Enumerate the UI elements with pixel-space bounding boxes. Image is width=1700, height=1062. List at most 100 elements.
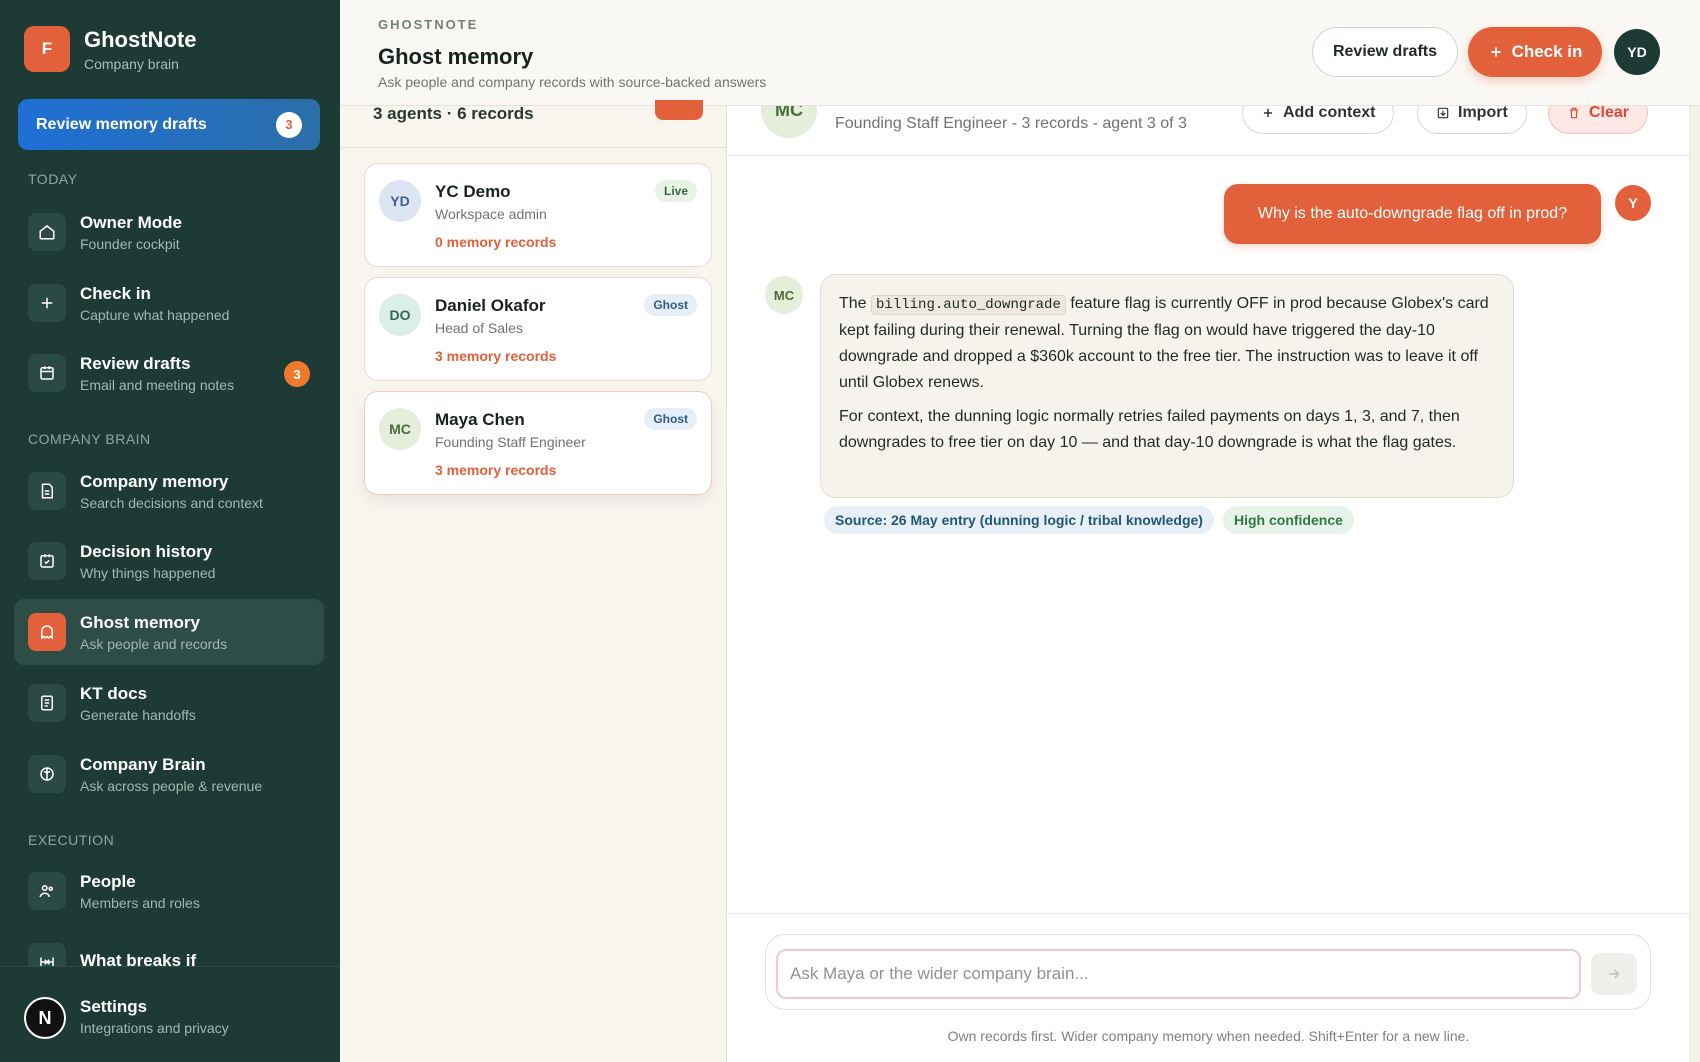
- sidebar-footer-settings[interactable]: N Settings Integrations and privacy: [0, 966, 340, 1062]
- agent-records: 0 memory records: [435, 234, 557, 250]
- nav-title: Ghost memory: [80, 612, 200, 632]
- agent-message-paragraph: For context, the dunning logic normally …: [839, 408, 1460, 451]
- page-edge: [1690, 106, 1700, 1062]
- section-label-execution: EXECUTION: [28, 832, 115, 848]
- agent-role: Workspace admin: [435, 206, 547, 222]
- check-in-label: Check in: [1511, 42, 1583, 61]
- nav-sub: Ask people and records: [80, 635, 228, 652]
- agent-message: The billing.auto_downgrade feature flag …: [820, 274, 1514, 498]
- source-badge[interactable]: Source: 26 May entry (dunning logic / tr…: [824, 506, 1214, 534]
- composer-hint: Own records first. Wider company memory …: [947, 1028, 1470, 1044]
- user-message: Why is the auto-downgrade flag off in pr…: [1224, 184, 1601, 244]
- confidence-badge: High confidence: [1223, 506, 1354, 534]
- plus-icon: [1488, 44, 1504, 60]
- sidebar-item-check-in[interactable]: Check in Capture what happened: [14, 270, 324, 336]
- agent-avatar: YD: [379, 180, 421, 222]
- nav-title: Check in: [80, 283, 151, 303]
- import-label: Import: [1458, 106, 1508, 121]
- nav-sub: Ask across people & revenue: [80, 777, 263, 794]
- import-button[interactable]: Import: [1417, 106, 1527, 134]
- message-agent-avatar: MC: [765, 276, 803, 314]
- ghost-icon: [28, 613, 66, 651]
- agent-card-maya-chen[interactable]: MC Maya Chen Founding Staff Engineer 3 m…: [364, 391, 712, 495]
- sidebar: F GhostNote Company brain Review memory …: [0, 0, 340, 1062]
- nav-sub: Capture what happened: [80, 306, 230, 323]
- clear-button[interactable]: Clear: [1548, 106, 1649, 134]
- doc-lines-icon: [28, 684, 66, 722]
- settings-title: Settings: [80, 997, 148, 1016]
- arrow-right-icon: [1606, 966, 1622, 982]
- sidebar-item-kt-docs[interactable]: KT docs Generate handoffs: [14, 670, 324, 736]
- home-icon: [28, 213, 66, 251]
- document-icon: [28, 472, 66, 510]
- chat-header: MC Founding Staff Engineer - 3 records -…: [727, 106, 1690, 156]
- message-user-avatar: Y: [1615, 185, 1651, 221]
- review-memory-drafts-button[interactable]: Review memory drafts 3: [18, 99, 320, 150]
- user-avatar[interactable]: YD: [1614, 29, 1660, 75]
- nav-title: KT docs: [80, 683, 148, 703]
- sidebar-item-decision-history[interactable]: Decision history Why things happened: [14, 528, 324, 594]
- sidebar-item-owner-mode[interactable]: Owner Mode Founder cockpit: [14, 199, 324, 265]
- sidebar-item-ghost-memory[interactable]: Ghost memory Ask people and records: [14, 599, 324, 665]
- page-header: GHOSTNOTE Ghost memory Ask people and co…: [340, 0, 1700, 106]
- agent-status-badge: Ghost: [644, 294, 697, 316]
- agent-card-yc-demo[interactable]: YD YC Demo Workspace admin 0 memory reco…: [364, 163, 712, 267]
- add-context-button[interactable]: Add context: [1242, 106, 1395, 134]
- chat-agent-meta: Founding Staff Engineer - 3 records - ag…: [835, 115, 1187, 132]
- agents-panel-header: 3 agents · 6 records: [340, 100, 727, 148]
- sidebar-item-company-brain[interactable]: Company Brain Ask across people & revenu…: [14, 741, 324, 807]
- chat-panel: MC Founding Staff Engineer - 3 records -…: [727, 106, 1690, 1062]
- brain-icon: [28, 755, 66, 793]
- review-drafts-button[interactable]: Review drafts: [1312, 27, 1458, 77]
- nav-sub: Why things happened: [80, 564, 216, 581]
- sidebar-item-company-memory[interactable]: Company memory Search decisions and cont…: [14, 458, 324, 524]
- agents-summary: 3 agents · 6 records: [373, 104, 534, 123]
- check-in-button[interactable]: Check in: [1468, 27, 1602, 77]
- agent-status-badge: Live: [654, 180, 697, 202]
- nav-sub: Members and roles: [80, 894, 200, 911]
- send-button[interactable]: [1591, 953, 1637, 995]
- agent-card-daniel-okafor[interactable]: DO Daniel Okafor Head of Sales 3 memory …: [364, 277, 712, 381]
- sidebar-item-review-drafts[interactable]: Review drafts Email and meeting notes 3: [14, 340, 324, 406]
- new-agent-button[interactable]: [655, 100, 703, 120]
- composer-box: [765, 934, 1651, 1010]
- clear-label: Clear: [1589, 106, 1630, 121]
- agent-name: YC Demo: [435, 182, 511, 201]
- chat-input[interactable]: [776, 949, 1581, 999]
- people-icon: [28, 872, 66, 910]
- trash-icon: [1567, 106, 1581, 120]
- review-cta-label: Review memory drafts: [36, 115, 207, 133]
- agent-avatar: DO: [379, 294, 421, 336]
- nav-title: Decision history: [80, 541, 213, 561]
- settings-sub: Integrations and privacy: [80, 1020, 229, 1036]
- page-subtitle: Ask people and company records with sour…: [378, 74, 767, 90]
- agent-role: Head of Sales: [435, 320, 523, 336]
- plus-icon: [28, 284, 66, 322]
- agent-status-badge: Ghost: [644, 408, 697, 430]
- nav-sub: Generate handoffs: [80, 706, 196, 723]
- nav-title: Owner Mode: [80, 212, 183, 232]
- agent-avatar: MC: [379, 408, 421, 450]
- review-drafts-badge: 3: [284, 361, 310, 387]
- nav-title: Review drafts: [80, 353, 191, 373]
- agent-message-paragraph: The billing.auto_downgrade feature flag …: [839, 291, 1495, 396]
- add-context-label: Add context: [1283, 106, 1376, 121]
- chat-agent-avatar: MC: [761, 106, 817, 138]
- brand-sub: Company brain: [84, 55, 179, 72]
- message-text: The: [839, 295, 867, 312]
- brand-name: GhostNote: [84, 26, 197, 52]
- agents-panel: 3 agents · 6 records YD YC Demo Workspac…: [340, 100, 727, 1062]
- brand[interactable]: F GhostNote Company brain: [24, 26, 196, 72]
- calendar-icon: [28, 354, 66, 392]
- agent-role: Founding Staff Engineer: [435, 434, 586, 450]
- agent-records: 3 memory records: [435, 462, 557, 478]
- nav-sub: Search decisions and context: [80, 494, 263, 511]
- workspace-avatar: N: [24, 997, 66, 1039]
- composer: Own records first. Wider company memory …: [727, 913, 1690, 1062]
- sidebar-item-people[interactable]: People Members and roles: [14, 858, 324, 924]
- nav-title: Company Brain: [80, 754, 206, 774]
- import-icon: [1436, 106, 1450, 120]
- nav-title: Company memory: [80, 471, 229, 491]
- agent-name: Maya Chen: [435, 410, 525, 429]
- page-title: Ghost memory: [378, 44, 534, 69]
